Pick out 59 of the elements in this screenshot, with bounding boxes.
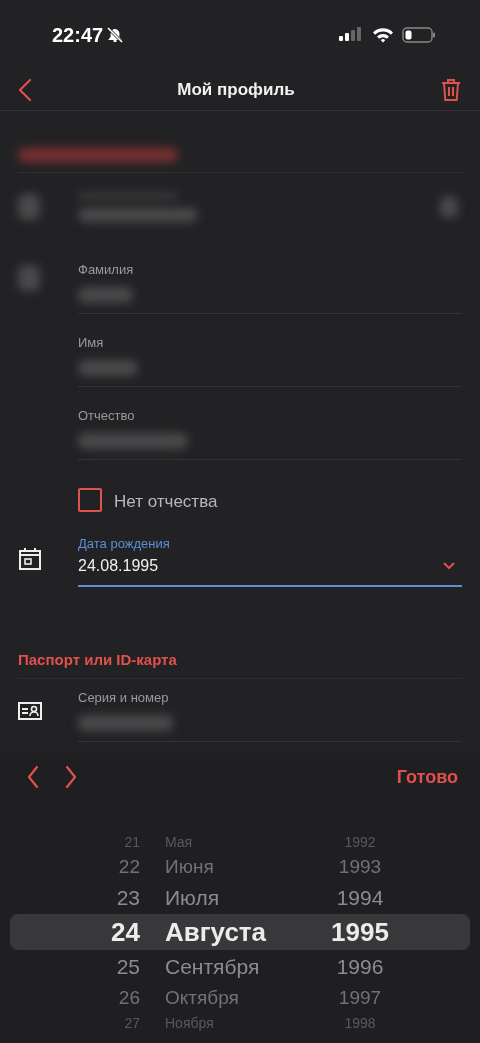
wifi-icon bbox=[372, 27, 394, 43]
day-value: 27 bbox=[123, 1014, 140, 1031]
year-value: 1998 bbox=[343, 1014, 377, 1031]
year-value: 1995 bbox=[330, 916, 390, 948]
day-value: 26 bbox=[117, 986, 140, 1009]
blurred-icon bbox=[440, 196, 458, 218]
month-value: Сентября bbox=[165, 954, 261, 979]
blurred-icon bbox=[18, 264, 40, 291]
date-field[interactable]: Дата рождения 24.08.1995 bbox=[78, 512, 462, 587]
picker-row[interactable]: 23 Июля 1994 bbox=[10, 881, 470, 914]
chevron-right-icon bbox=[64, 765, 78, 789]
field-label: Фамилия bbox=[78, 262, 135, 277]
picker-row[interactable]: 26 Октября 1997 bbox=[10, 983, 470, 1012]
year-value: 1993 bbox=[337, 855, 383, 878]
month-value: Августа bbox=[165, 916, 268, 948]
checkbox-label: Нет отчества bbox=[114, 492, 218, 512]
text-field[interactable]: Отчество bbox=[78, 387, 462, 460]
field-label: Имя bbox=[78, 335, 105, 350]
year-value: 1997 bbox=[337, 986, 383, 1009]
previous-button[interactable] bbox=[26, 765, 40, 789]
delete-button[interactable] bbox=[440, 78, 462, 102]
next-button[interactable] bbox=[64, 765, 78, 789]
chevron-left-icon bbox=[26, 765, 40, 789]
blurred-icon bbox=[18, 194, 40, 220]
blurred-text bbox=[78, 360, 138, 376]
day-value: 21 bbox=[123, 833, 140, 850]
day-value: 23 bbox=[115, 885, 140, 910]
day-value: 24 bbox=[110, 916, 140, 948]
section-heading: Паспорт или ID-карта bbox=[18, 651, 177, 668]
picker-row[interactable]: 24 Августа 1995 bbox=[10, 914, 470, 950]
picker-row[interactable]: 25 Сентября 1996 bbox=[10, 950, 470, 983]
battery-icon bbox=[402, 27, 436, 43]
blurred-text bbox=[78, 287, 133, 303]
calendar-icon bbox=[18, 546, 42, 571]
day-value: 25 bbox=[115, 954, 140, 979]
text-field[interactable]: Серия и номер bbox=[78, 679, 462, 742]
month-value: Ноября bbox=[165, 1014, 215, 1031]
year-value: 1992 bbox=[343, 833, 377, 850]
signal-icon bbox=[338, 27, 364, 43]
month-value: Июня bbox=[165, 855, 215, 878]
clock-time: 22:47 bbox=[52, 23, 104, 47]
bell-muted-icon bbox=[106, 26, 125, 44]
year-value: 1996 bbox=[335, 954, 385, 979]
field-label: Отчество bbox=[78, 408, 136, 423]
page-title: Мой профиль bbox=[177, 80, 295, 100]
checkbox[interactable] bbox=[78, 488, 102, 512]
day-value: 22 bbox=[117, 855, 140, 878]
month-value: Июля bbox=[165, 885, 220, 910]
month-value: Мая bbox=[165, 833, 194, 850]
field-label: Серия и номер bbox=[78, 690, 170, 705]
back-button[interactable] bbox=[18, 78, 32, 102]
year-value: 1994 bbox=[335, 885, 385, 910]
text-field[interactable]: Фамилия bbox=[78, 241, 462, 314]
month-value: Октября bbox=[165, 986, 240, 1009]
text-field[interactable]: Имя bbox=[78, 314, 462, 387]
picker-row[interactable]: 22 Июня 1993 bbox=[10, 852, 470, 881]
id-card-icon bbox=[18, 701, 42, 720]
done-button[interactable]: Готово bbox=[396, 766, 458, 788]
chevron-down-icon bbox=[442, 561, 456, 571]
